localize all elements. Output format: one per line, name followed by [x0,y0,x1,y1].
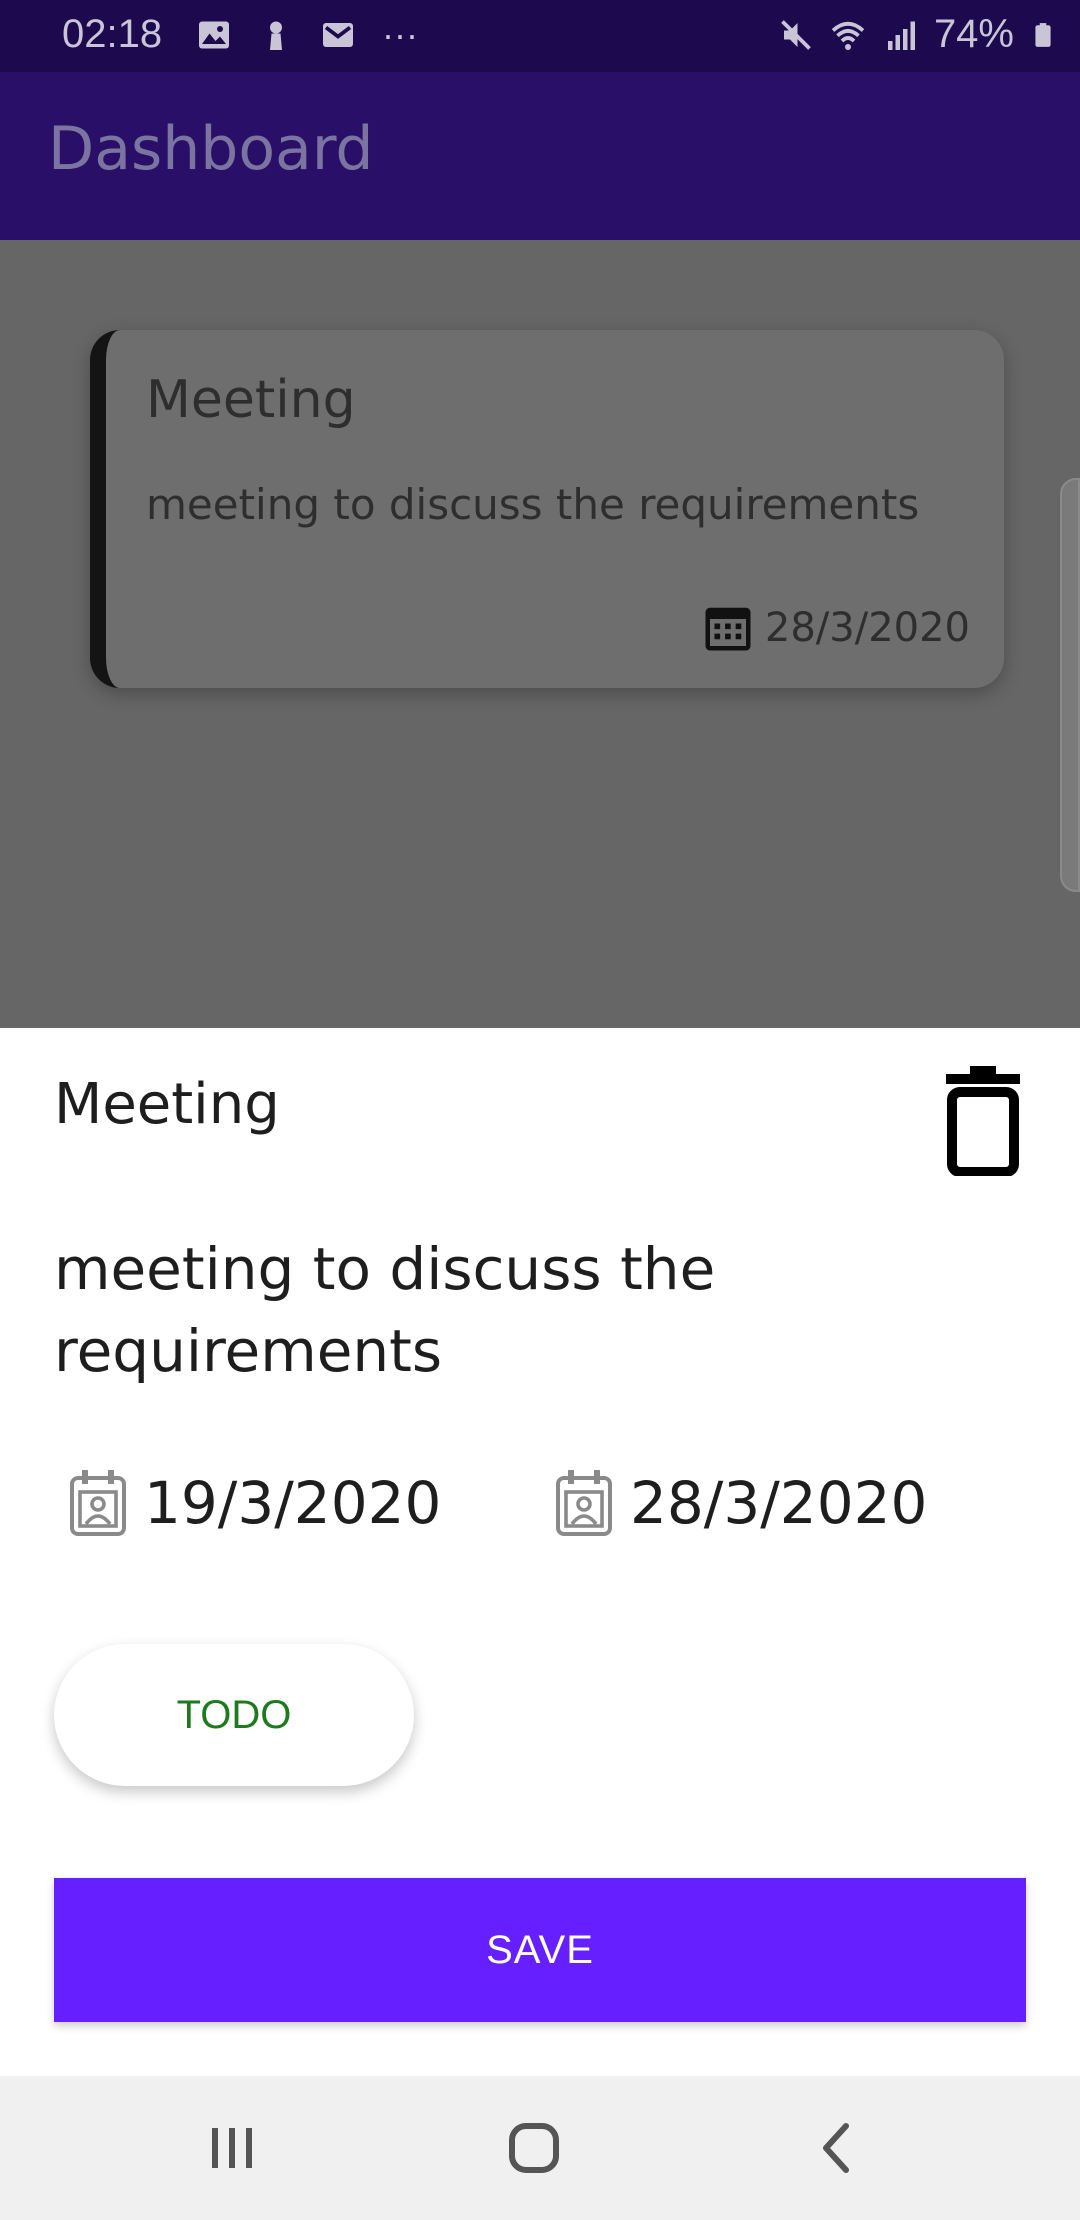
app-bar: Dashboard [0,72,1080,240]
task-title[interactable]: Meeting [54,1072,280,1137]
start-date-picker[interactable]: 19/3/2020 [68,1468,441,1538]
delete-icon[interactable] [940,1064,1026,1176]
calendar-contact-icon [556,1470,612,1536]
system-nav-bar [0,2076,1080,2220]
battery-percent: 74% [933,12,1014,56]
task-card-description: meeting to discuss the requirements [146,480,920,529]
calendar-icon [705,607,751,651]
signal-icon [887,21,915,50]
start-date-text: 19/3/2020 [144,1469,442,1537]
wifi-icon [831,21,865,50]
mail-icon [323,23,353,47]
status-toggle-button[interactable]: TODO [54,1644,414,1786]
dashboard-scrim[interactable]: Meeting meeting to discuss the requireme… [0,240,1080,1028]
mute-icon [781,19,811,50]
more-dots-icon: ··· [382,14,418,55]
end-date-text: 28/3/2020 [630,1469,928,1537]
edge-panel-handle[interactable] [1060,478,1080,892]
task-card-title: Meeting [146,370,356,430]
back-icon[interactable] [806,2116,870,2180]
status-time: 02:18 [62,12,163,56]
page-title: Dashboard [48,114,374,184]
battery-icon [1035,22,1051,47]
task-description[interactable]: meeting to discuss the requirements [54,1228,954,1392]
gallery-icon [199,21,229,49]
keyhole-icon [270,21,282,50]
task-card-date-text: 28/3/2020 [764,605,970,651]
status-bar: 02:18 ··· 74% [0,0,1080,72]
system-icons: 74% [778,12,1056,57]
end-date-picker[interactable]: 28/3/2020 [554,1468,927,1538]
home-icon[interactable] [502,2116,566,2180]
notification-icons: ··· [196,14,418,56]
task-detail-sheet: Meeting meeting to discuss the requireme… [0,1028,1080,2076]
recent-apps-icon[interactable] [200,2116,264,2180]
calendar-contact-icon [70,1470,126,1536]
task-card[interactable]: Meeting meeting to discuss the requireme… [90,330,1004,688]
task-card-date: 28/3/2020 [701,600,970,656]
save-button[interactable]: SAVE [54,1878,1026,2022]
